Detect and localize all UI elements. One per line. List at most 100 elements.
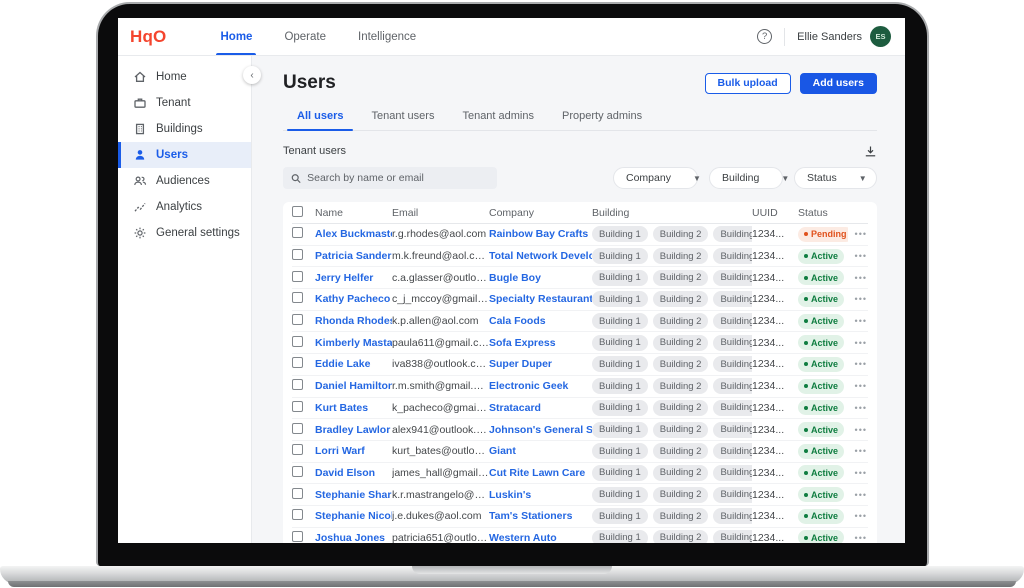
row-checkbox[interactable] xyxy=(292,401,303,412)
user-uuid: 1234... xyxy=(752,424,798,436)
status-badge: Active xyxy=(798,530,844,543)
nav-item-home[interactable]: Home xyxy=(204,18,268,55)
row-checkbox[interactable] xyxy=(292,423,303,434)
tab-all-users[interactable]: All users xyxy=(283,106,357,130)
filter-status[interactable]: Status ▼ xyxy=(794,167,877,189)
user-name-link[interactable]: Alex Buckmaster xyxy=(315,228,392,240)
user-name-link[interactable]: Kimberly Masta xyxy=(315,337,392,349)
company-link[interactable]: Sofa Express xyxy=(489,337,592,349)
row-checkbox[interactable] xyxy=(292,227,303,238)
nav-item-operate[interactable]: Operate xyxy=(268,18,342,55)
row-checkbox[interactable] xyxy=(292,357,303,368)
sidebar-collapse-button[interactable]: ‹ xyxy=(243,66,261,84)
company-link[interactable]: Stratacard xyxy=(489,402,592,414)
row-actions-button[interactable] xyxy=(848,468,867,478)
person-icon xyxy=(133,148,147,162)
status-dot xyxy=(804,493,808,497)
company-link[interactable]: Western Auto xyxy=(489,532,592,543)
row-checkbox[interactable] xyxy=(292,509,303,520)
company-link[interactable]: Johnson's General Store xyxy=(489,424,592,436)
row-actions-button[interactable] xyxy=(848,511,867,521)
row-actions-button[interactable] xyxy=(848,490,867,500)
user-name-link[interactable]: Rhonda Rhodes xyxy=(315,315,392,327)
company-link[interactable]: Specialty Restaurant Group xyxy=(489,293,592,305)
user-uuid: 1234... xyxy=(752,228,798,240)
row-checkbox[interactable] xyxy=(292,466,303,477)
row-actions-button[interactable] xyxy=(848,251,867,261)
tab-tenant-admins[interactable]: Tenant admins xyxy=(448,106,548,130)
company-link[interactable]: Cut Rite Lawn Care xyxy=(489,467,592,479)
building-chip: Building 2 xyxy=(653,422,709,438)
row-actions-button[interactable] xyxy=(848,425,867,435)
user-name-link[interactable]: Lorri Warf xyxy=(315,445,392,457)
tab-property-admins[interactable]: Property admins xyxy=(548,106,656,130)
row-checkbox[interactable] xyxy=(292,444,303,455)
row-actions-button[interactable] xyxy=(848,403,867,413)
sidebar-item-tenant[interactable]: Tenant xyxy=(118,90,251,116)
sidebar-item-general-settings[interactable]: General settings xyxy=(118,220,251,246)
user-name-link[interactable]: Stephanie Sharkey xyxy=(315,489,392,501)
row-checkbox[interactable] xyxy=(292,314,303,325)
building-chip: Building 3 xyxy=(713,465,752,481)
sidebar-item-audiences[interactable]: Audiences xyxy=(118,168,251,194)
download-icon[interactable] xyxy=(864,145,877,158)
row-actions-button[interactable] xyxy=(848,273,867,283)
user-name-link[interactable]: Patricia Sanders xyxy=(315,250,392,262)
status-dot xyxy=(804,232,808,236)
row-checkbox[interactable] xyxy=(292,336,303,347)
tab-tenant-users[interactable]: Tenant users xyxy=(357,106,448,130)
user-email: j.e.dukes@aol.com xyxy=(392,510,489,522)
col-header-building: Building xyxy=(592,207,752,219)
table-row: Stephanie Nicol j.e.dukes@aol.com Tam's … xyxy=(292,506,868,528)
row-checkbox[interactable] xyxy=(292,531,303,542)
filter-company[interactable]: Company ▼ xyxy=(613,167,698,189)
sidebar-item-buildings[interactable]: Buildings xyxy=(118,116,251,142)
row-actions-button[interactable] xyxy=(848,294,867,304)
row-checkbox[interactable] xyxy=(292,271,303,282)
bulk-upload-button[interactable]: Bulk upload xyxy=(705,73,791,94)
user-name-link[interactable]: Stephanie Nicol xyxy=(315,510,392,522)
row-checkbox[interactable] xyxy=(292,379,303,390)
sidebar-item-analytics[interactable]: Analytics xyxy=(118,194,251,220)
search-input[interactable] xyxy=(307,172,489,184)
company-link[interactable]: Cala Foods xyxy=(489,315,592,327)
company-link[interactable]: Rainbow Bay Crafts xyxy=(489,228,592,240)
company-link[interactable]: Giant xyxy=(489,445,592,457)
help-icon[interactable]: ? xyxy=(757,29,772,44)
user-name-link[interactable]: Kurt Bates xyxy=(315,402,392,414)
company-link[interactable]: Bugle Boy xyxy=(489,272,592,284)
user-name-link[interactable]: Jerry Helfer xyxy=(315,272,392,284)
user-name-link[interactable]: Joshua Jones xyxy=(315,532,392,543)
hqo-logo[interactable]: HqO xyxy=(130,27,166,47)
building-chips: Building 1Building 2Building 3 xyxy=(592,226,752,242)
user-name-link[interactable]: Eddie Lake xyxy=(315,358,392,370)
add-users-button[interactable]: Add users xyxy=(800,73,877,94)
sidebar-item-users[interactable]: Users xyxy=(118,142,251,168)
row-actions-button[interactable] xyxy=(848,533,867,543)
nav-item-intelligence[interactable]: Intelligence xyxy=(342,18,432,55)
row-checkbox[interactable] xyxy=(292,488,303,499)
company-link[interactable]: Luskin's xyxy=(489,489,592,501)
user-name-link[interactable]: Bradley Lawlor xyxy=(315,424,392,436)
select-all-checkbox[interactable] xyxy=(292,206,303,217)
user-name-link[interactable]: Kathy Pacheco xyxy=(315,293,392,305)
row-checkbox[interactable] xyxy=(292,292,303,303)
user-menu[interactable]: Ellie Sanders ES xyxy=(797,26,891,47)
status-dot xyxy=(804,471,808,475)
company-link[interactable]: Super Duper xyxy=(489,358,592,370)
row-actions-button[interactable] xyxy=(848,316,867,326)
company-link[interactable]: Electronic Geek xyxy=(489,380,592,392)
row-actions-button[interactable] xyxy=(848,446,867,456)
row-actions-button[interactable] xyxy=(848,359,867,369)
row-actions-button[interactable] xyxy=(848,338,867,348)
sidebar-item-home[interactable]: Home xyxy=(118,64,251,90)
building-chip: Building 1 xyxy=(592,508,648,524)
row-actions-button[interactable] xyxy=(848,229,867,239)
company-link[interactable]: Total Network Development xyxy=(489,250,592,262)
row-checkbox[interactable] xyxy=(292,249,303,260)
user-name-link[interactable]: David Elson xyxy=(315,467,392,479)
row-actions-button[interactable] xyxy=(848,381,867,391)
company-link[interactable]: Tam's Stationers xyxy=(489,510,592,522)
filter-building[interactable]: Building ▼ xyxy=(709,167,783,189)
user-name-link[interactable]: Daniel Hamilton xyxy=(315,380,392,392)
